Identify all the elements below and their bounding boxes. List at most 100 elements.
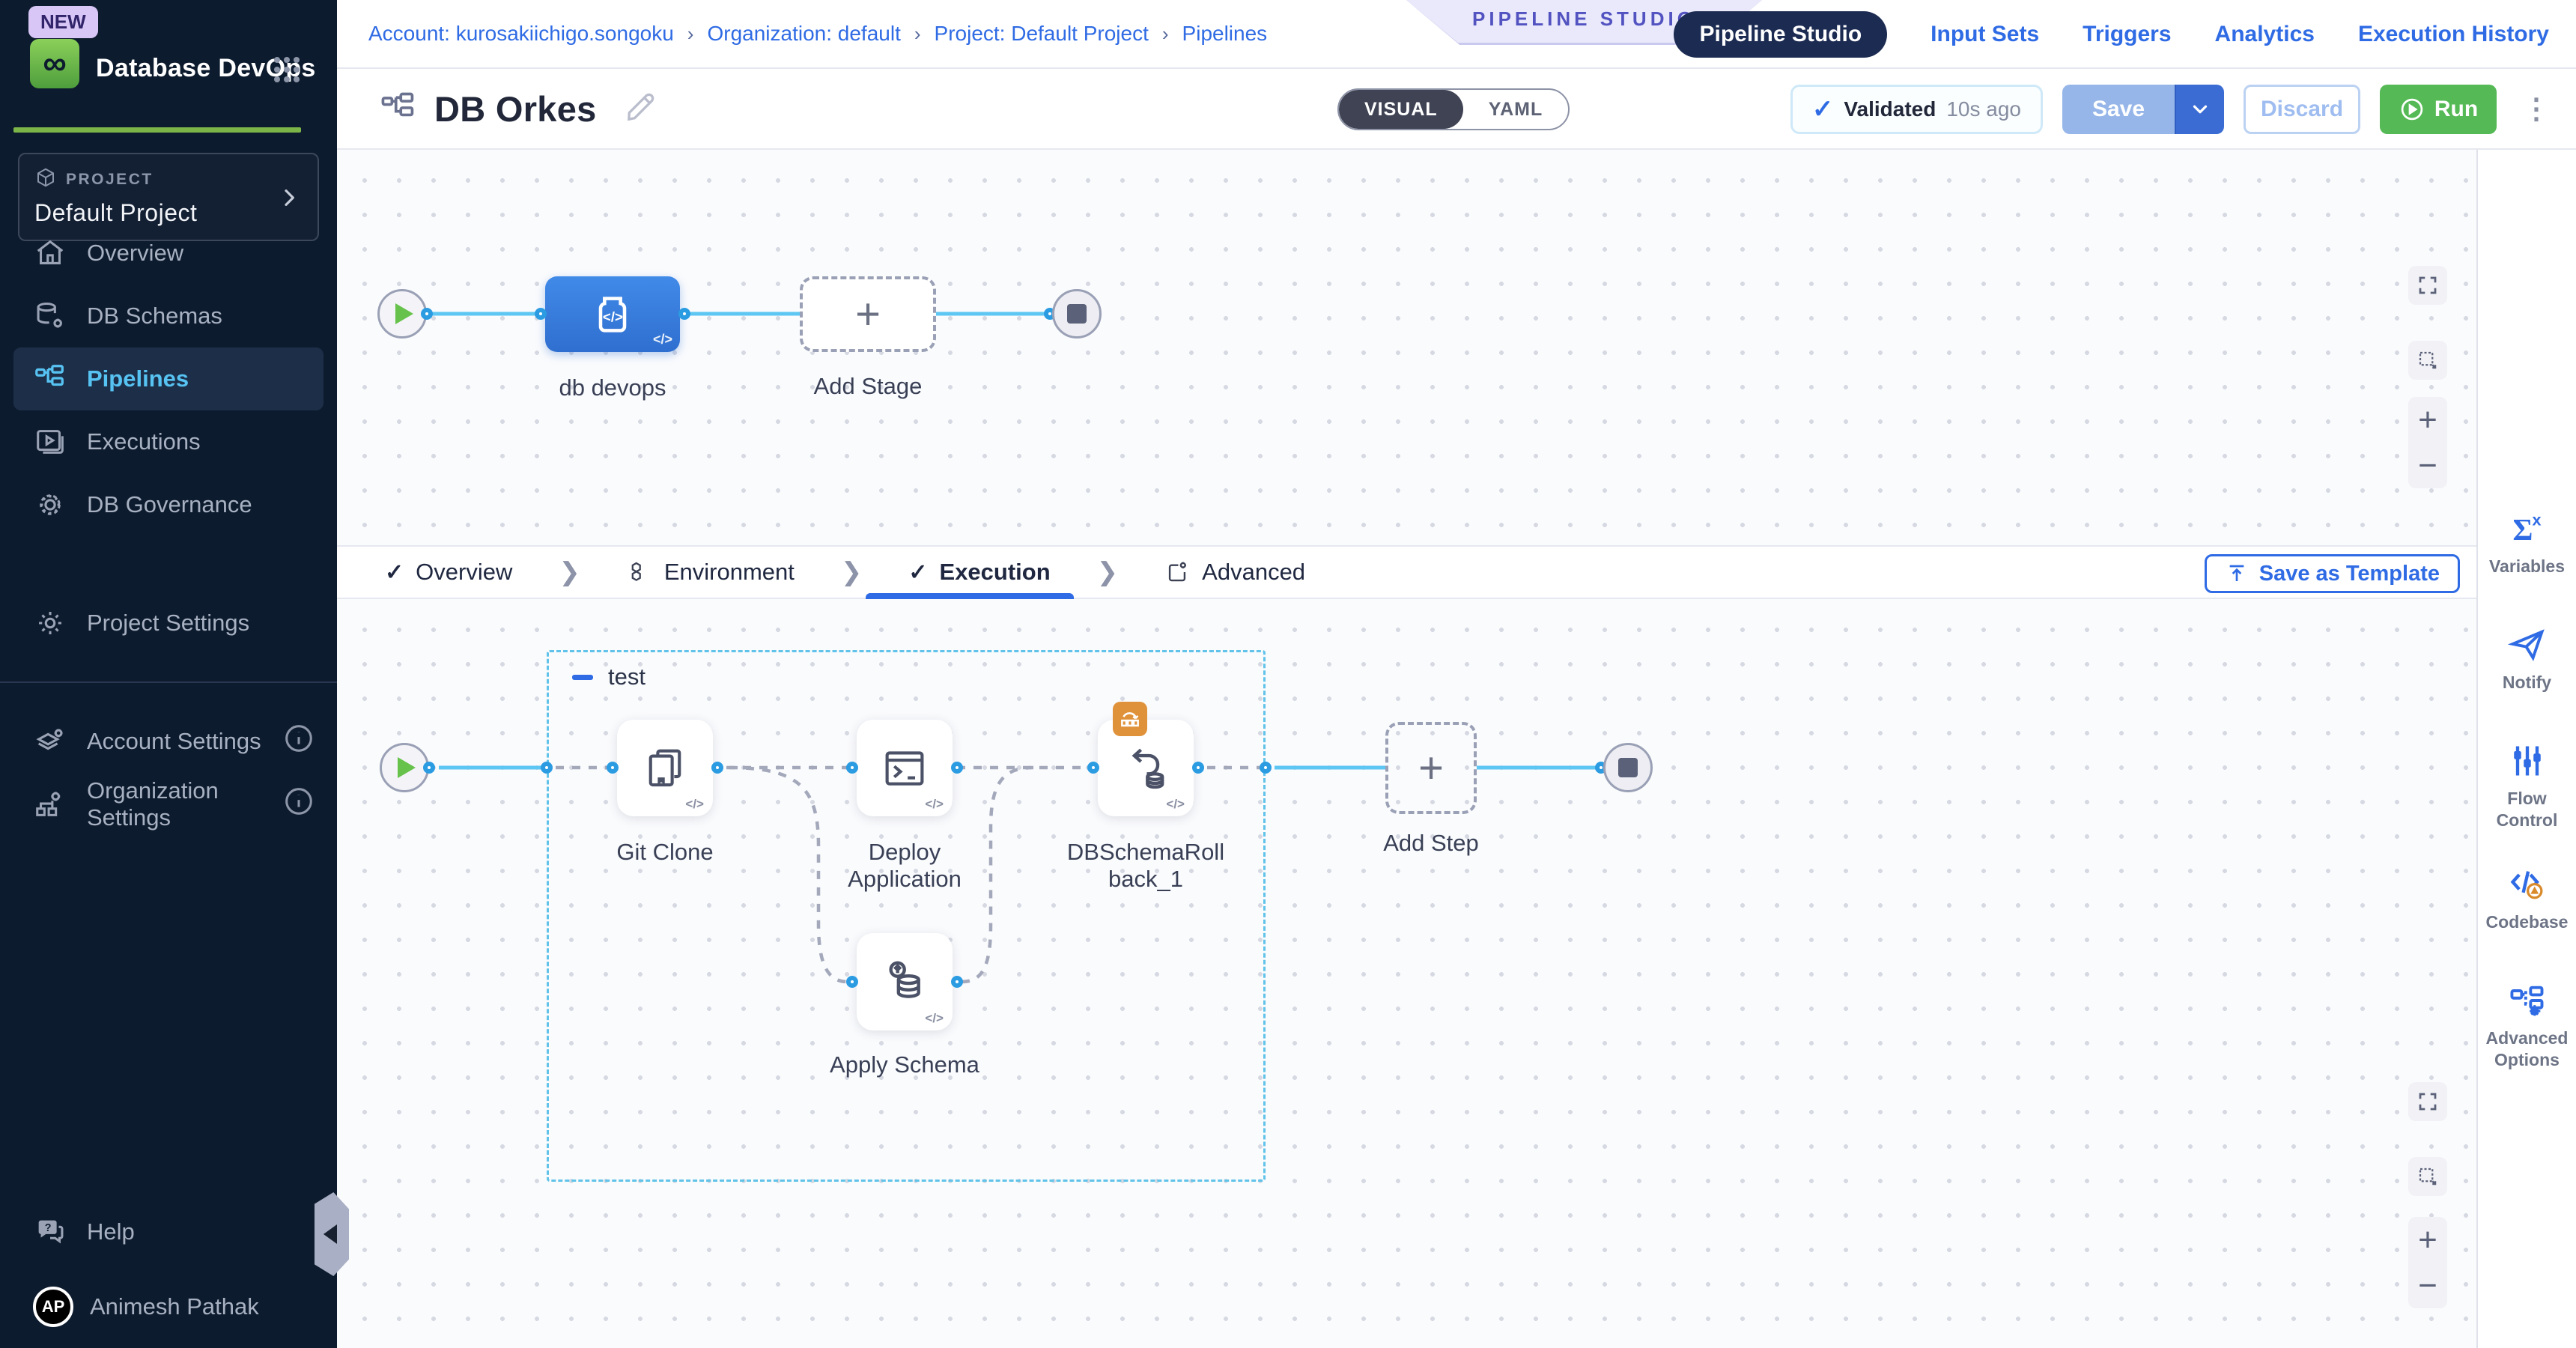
run-button[interactable]: Run: [2380, 85, 2497, 134]
sidebar-item-db-schemas[interactable]: DB Schemas: [0, 285, 337, 347]
toggle-yaml[interactable]: YAML: [1463, 90, 1569, 129]
more-options-icon[interactable]: ⋮: [2516, 102, 2557, 118]
advanced-options-icon: [2508, 981, 2547, 1020]
sidebar-user[interactable]: AP Animesh Pathak: [0, 1266, 337, 1348]
custom-stage-icon: </>: [589, 291, 637, 338]
tab-triggers[interactable]: Triggers: [2083, 22, 2171, 47]
fullscreen-button[interactable]: [2408, 1082, 2447, 1121]
sidebar-item-label: Help: [87, 1218, 135, 1245]
collapse-group-icon[interactable]: [572, 675, 593, 680]
tool-advanced-options[interactable]: Advanced Options: [2478, 981, 2576, 1071]
toggle-visual[interactable]: VISUAL: [1339, 90, 1463, 129]
breadcrumb-project[interactable]: Project: Default Project: [935, 22, 1149, 46]
tab-input-sets[interactable]: Input Sets: [1931, 22, 2039, 47]
connector-port[interactable]: [846, 762, 858, 774]
sidebar-item-account-settings[interactable]: Account Settings: [0, 710, 337, 773]
connector-port[interactable]: [421, 308, 433, 320]
connector-port[interactable]: [951, 976, 963, 988]
connector-port[interactable]: [423, 762, 435, 774]
sidebar-item-pipelines[interactable]: Pipelines: [13, 347, 323, 410]
sidebar-item-label: Project Settings: [87, 610, 249, 637]
connector-port[interactable]: [711, 762, 723, 774]
tool-codebase[interactable]: Codebase: [2478, 865, 2576, 933]
marquee-select-button[interactable]: [2408, 341, 2447, 380]
flow-control-icon: [2508, 741, 2547, 780]
connector-port[interactable]: [1087, 762, 1099, 774]
zoom-in-button[interactable]: +: [2418, 1224, 2437, 1257]
svg-text:</>: </>: [603, 309, 623, 324]
sidebar-collapse-handle[interactable]: [315, 1192, 349, 1276]
step-node-dbschemarollback[interactable]: </>: [1098, 720, 1194, 816]
execution-start-node[interactable]: [380, 743, 429, 792]
execution-canvas[interactable]: test </> </>: [337, 599, 2476, 1348]
zoom-in-button[interactable]: +: [2418, 404, 2437, 437]
code-glyph: </>: [925, 1011, 944, 1026]
step-node-apply-schema[interactable]: </>: [857, 933, 953, 1030]
sidebar-item-db-governance[interactable]: DB Governance: [0, 473, 337, 536]
stage-node-db-devops[interactable]: </> </>: [545, 276, 680, 352]
sidebar-item-overview[interactable]: Overview: [0, 222, 337, 285]
tab-execution-history[interactable]: Execution History: [2358, 22, 2549, 47]
play-circle-icon: [2399, 96, 2425, 123]
breadcrumb-organization[interactable]: Organization: default: [707, 22, 900, 46]
sidebar-item-project-settings[interactable]: Project Settings: [0, 592, 337, 655]
code-glyph: </>: [1166, 797, 1185, 812]
add-step-button[interactable]: +: [1385, 722, 1477, 814]
stage-label: db devops: [530, 374, 695, 401]
database-gear-icon: [33, 299, 67, 333]
tab-environment[interactable]: Environment: [621, 559, 801, 586]
tab-analytics[interactable]: Analytics: [2215, 22, 2315, 47]
execution-end-node[interactable]: [1603, 743, 1653, 792]
discard-button[interactable]: Discard: [2244, 85, 2360, 134]
connector-port[interactable]: [951, 762, 963, 774]
connector-port[interactable]: [678, 308, 690, 320]
step-node-deploy-application[interactable]: </>: [857, 720, 953, 816]
save-button[interactable]: Save: [2062, 85, 2175, 134]
sidebar-item-executions[interactable]: Executions: [0, 410, 337, 473]
tool-variables[interactable]: Σx Variables: [2478, 509, 2576, 577]
connector-port[interactable]: [1260, 762, 1272, 774]
sidebar-nav: Overview DB Schemas Pipelines Executions…: [0, 222, 337, 836]
validated-status[interactable]: ✓ Validated 10s ago: [1790, 85, 2043, 134]
fullscreen-button[interactable]: [2408, 266, 2447, 305]
sidebar-item-label: DB Schemas: [87, 303, 222, 330]
chevron-right-icon: [277, 186, 301, 213]
variables-icon: Σx: [2508, 509, 2547, 548]
governance-gear-icon: [33, 488, 67, 522]
save-dropdown-button[interactable]: [2175, 85, 2224, 134]
project-label: PROJECT: [66, 171, 154, 189]
left-sidebar: NEW ∞ Database DevOps PROJECT Default Pr…: [0, 0, 337, 1348]
tab-pipeline-studio[interactable]: Pipeline Studio: [1674, 11, 1887, 58]
edit-pencil-icon[interactable]: [621, 88, 660, 130]
connector-port[interactable]: [846, 976, 858, 988]
zoom-out-button[interactable]: −: [2418, 1269, 2437, 1302]
sidebar-item-label: Pipelines: [87, 365, 189, 392]
tool-flow-control[interactable]: Flow Control: [2478, 741, 2576, 831]
breadcrumb-account[interactable]: Account: kurosakiichigo.songoku: [368, 22, 674, 46]
tab-execution[interactable]: ✓ Execution: [902, 559, 1056, 586]
connector-port[interactable]: [541, 762, 553, 774]
zoom-out-button[interactable]: −: [2418, 449, 2437, 482]
marquee-select-button[interactable]: [2408, 1157, 2447, 1196]
pipeline-end-node[interactable]: [1052, 289, 1102, 338]
sidebar-item-help[interactable]: ? Help: [0, 1198, 337, 1266]
sidebar-item-organization-settings[interactable]: Organization Settings: [0, 773, 337, 836]
info-icon[interactable]: [282, 784, 316, 825]
breadcrumb-pipelines[interactable]: Pipelines: [1182, 22, 1268, 46]
add-stage-button[interactable]: +: [800, 276, 936, 352]
step-group-header: test: [572, 664, 645, 690]
app-grid-icon[interactable]: [274, 57, 300, 82]
visual-yaml-toggle[interactable]: VISUAL YAML: [1337, 88, 1570, 130]
tab-overview[interactable]: ✓ Overview: [379, 559, 518, 586]
tab-advanced[interactable]: Advanced: [1158, 559, 1311, 586]
connector-port[interactable]: [607, 762, 619, 774]
stage-canvas[interactable]: </> </> + db devops Add Stage: [337, 150, 2476, 545]
info-icon[interactable]: [282, 721, 316, 762]
home-icon: [33, 236, 67, 270]
pipeline-start-node[interactable]: [377, 289, 427, 338]
connector-port[interactable]: [535, 308, 547, 320]
save-as-template-button[interactable]: Save as Template: [2205, 554, 2460, 593]
connector-port[interactable]: [1192, 762, 1204, 774]
tool-notify[interactable]: Notify: [2478, 625, 2576, 693]
step-node-git-clone[interactable]: </>: [617, 720, 713, 816]
